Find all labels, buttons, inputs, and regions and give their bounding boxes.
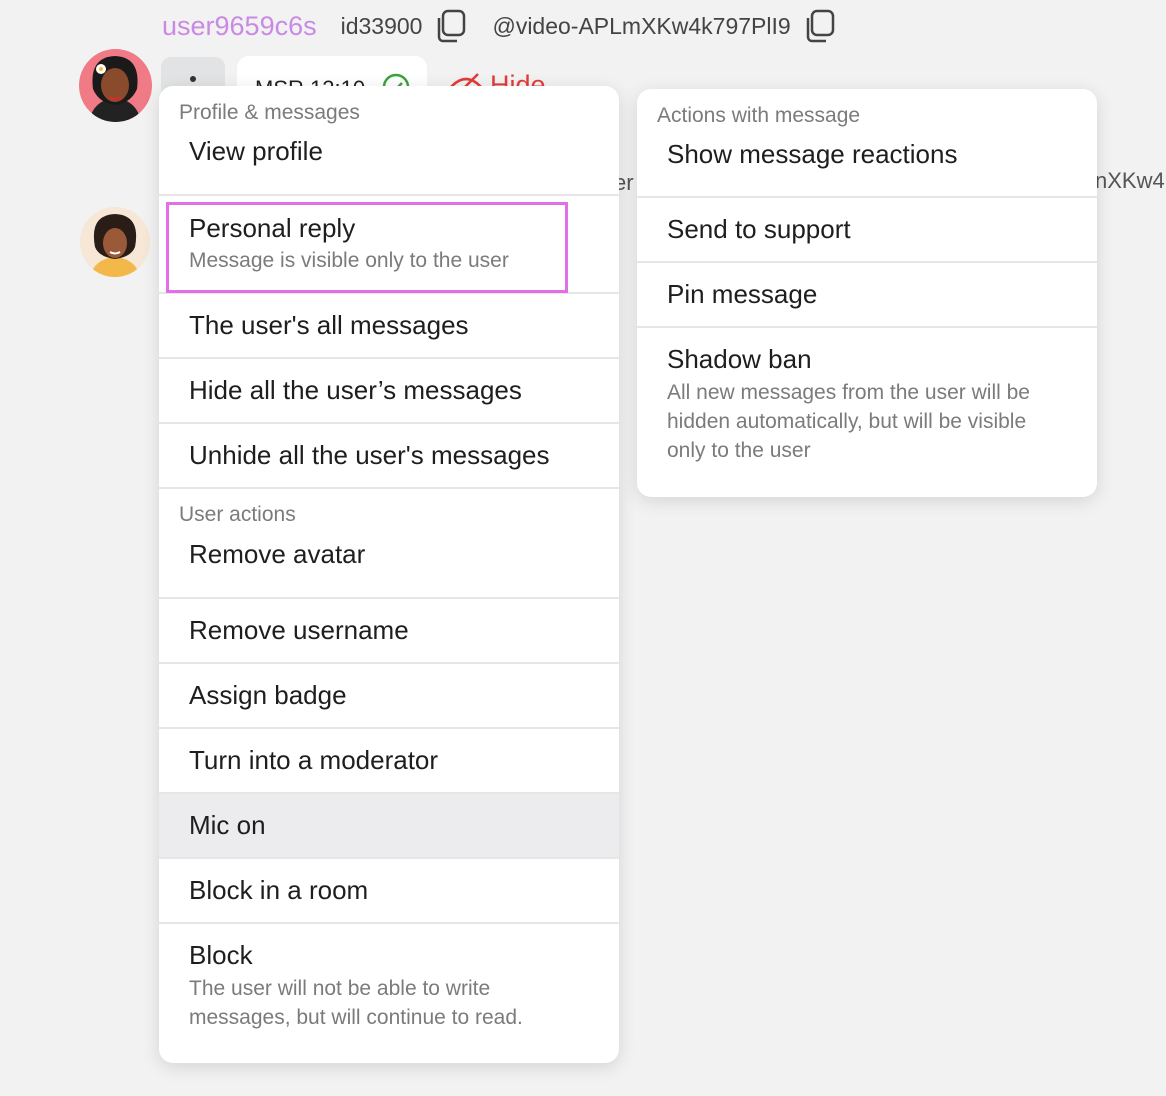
menu-item-description: The user will not be able to write messa… — [189, 977, 523, 1029]
menu-item-label: The user's all messages — [189, 310, 469, 340]
section-label-message-actions: Actions with message — [657, 104, 861, 127]
section-label-user-actions: User actions — [179, 503, 296, 526]
menu-item-send-support[interactable]: Send to support — [637, 198, 1097, 263]
menu-item-shadow-ban[interactable]: Shadow ban All new messages from the use… — [637, 328, 1097, 496]
menu-item-label: Turn into a moderator — [189, 745, 439, 775]
menu-item-label: Mic on — [189, 810, 266, 840]
menu-item-unhide-all[interactable]: Unhide all the user's messages — [159, 424, 619, 489]
user-id: id33900 — [340, 12, 423, 39]
menu-item-label: Hide all the user’s messages — [189, 375, 522, 405]
background-text-fragment: nXKw4l — [1095, 168, 1166, 193]
section-label-profile-messages: Profile & messages — [179, 101, 360, 124]
menu-item-view-profile[interactable]: View profile — [159, 126, 619, 196]
menu-item-remove-username[interactable]: Remove username — [159, 599, 619, 664]
message-actions-menu: Actions with message Show message reacti… — [637, 89, 1097, 497]
menu-item-description: Message is visible only to the user — [189, 249, 509, 272]
avatar[interactable] — [80, 207, 150, 277]
menu-item-label: Unhide all the user's messages — [189, 440, 550, 470]
menu-item-show-reactions[interactable]: Show message reactions — [637, 129, 1097, 198]
menu-item-label: Remove avatar — [189, 539, 366, 569]
menu-item-label: Block in a room — [189, 875, 369, 905]
menu-item-block[interactable]: Block The user will not be able to write… — [159, 924, 619, 1063]
user-context-menu: Profile & messages View profile Personal… — [159, 86, 619, 1063]
username[interactable]: user9659c6s — [162, 11, 317, 42]
menu-item-label: Assign badge — [189, 680, 347, 710]
menu-item-pin-message[interactable]: Pin message — [637, 263, 1097, 328]
menu-item-label: Pin message — [667, 279, 818, 309]
menu-item-remove-avatar[interactable]: Remove avatar — [159, 528, 619, 599]
menu-item-label: Personal reply — [189, 213, 356, 243]
copy-icon — [438, 9, 466, 43]
menu-item-label: Send to support — [667, 214, 851, 244]
copy-handle-button[interactable] — [803, 8, 837, 44]
menu-item-label: Remove username — [189, 615, 409, 645]
menu-item-personal-reply[interactable]: Personal reply Message is visible only t… — [159, 196, 619, 294]
menu-item-all-messages[interactable]: The user's all messages — [159, 294, 619, 359]
menu-item-label: Block — [189, 940, 253, 970]
menu-item-turn-moderator[interactable]: Turn into a moderator — [159, 729, 619, 794]
copy-icon — [806, 9, 834, 43]
menu-item-description: All new messages from the user will be h… — [667, 381, 1030, 462]
menu-item-mic-on[interactable]: Mic on — [159, 794, 619, 859]
menu-item-label: Show message reactions — [667, 139, 958, 169]
menu-item-hide-all[interactable]: Hide all the user’s messages — [159, 359, 619, 424]
user-handle: @video-APLmXKw4k797PlI9 — [492, 12, 791, 39]
menu-item-label: Shadow ban — [667, 344, 812, 374]
avatar[interactable] — [79, 49, 152, 122]
copy-id-button[interactable] — [434, 8, 468, 44]
menu-item-assign-badge[interactable]: Assign badge — [159, 664, 619, 729]
menu-item-block-room[interactable]: Block in a room — [159, 859, 619, 924]
user-header: user9659c6s id33900 @video-APLmXKw4k797P… — [162, 8, 837, 44]
menu-item-label: View profile — [189, 136, 323, 166]
